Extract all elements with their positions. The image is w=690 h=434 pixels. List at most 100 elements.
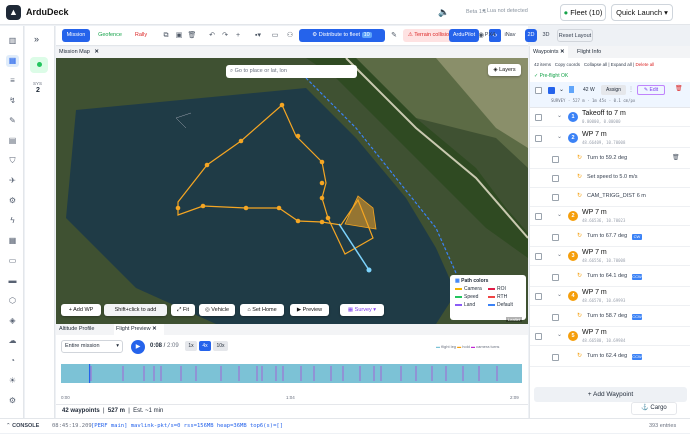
save-menu-icon[interactable]: ▪▾	[250, 29, 266, 42]
command-row[interactable]: ↻ Turn to 64.1 deg CCW	[530, 268, 690, 287]
delete-icon[interactable]: 🗑	[186, 29, 198, 42]
waypoint-row[interactable]: ⌄ 4 WP 7 m 48.66578, 10.69993	[530, 287, 690, 306]
waypoint-marker[interactable]	[200, 203, 206, 209]
command-row[interactable]: ↻ Turn to 58.7 deg CCW	[530, 308, 690, 327]
cloud-icon[interactable]: ☁	[6, 335, 19, 347]
fleet-distribute-icon[interactable]: ⚇	[284, 29, 296, 42]
command-row[interactable]: ↻ Turn to 67.7 deg CW	[530, 228, 690, 247]
redo-icon[interactable]: ↷	[219, 29, 231, 42]
collapse-all-link[interactable]: Collapse all	[584, 62, 607, 67]
edit-button[interactable]: ✎ Edit	[637, 85, 665, 95]
tab-inav[interactable]: iNav	[501, 29, 519, 42]
waypoint-row[interactable]: ⌄ 2 WP 7 m 48.66536, 10.70023	[530, 207, 690, 226]
row-checkbox[interactable]	[552, 156, 559, 163]
wrench-icon[interactable]: ✎	[6, 115, 19, 127]
server-icon[interactable]: ▬	[6, 275, 19, 287]
speedometer-icon[interactable]: ◔	[6, 355, 19, 367]
plane-icon[interactable]: ✈	[6, 175, 19, 187]
set-home-button[interactable]: ⌂ Set Home	[240, 304, 284, 316]
tab-rally[interactable]: Rally	[129, 29, 153, 42]
close-map-panel-icon[interactable]: ✕	[91, 49, 99, 55]
distribute-button[interactable]: ⚙ Distribute to fleet 10	[299, 29, 385, 42]
layers-icon[interactable]: ◈	[6, 315, 19, 327]
chevron-down-icon[interactable]: ⌄	[557, 211, 562, 218]
chevron-down-icon[interactable]: ⌄	[559, 86, 564, 93]
play-button[interactable]: ▶	[131, 340, 145, 354]
vehicle-button[interactable]: ◎ Vehicle	[199, 304, 235, 316]
delete-all-link[interactable]: Delete all	[635, 62, 654, 67]
row-checkbox[interactable]	[552, 194, 559, 201]
mission-scope-select[interactable]: Entire mission ▾	[61, 340, 123, 353]
row-checkbox[interactable]	[552, 314, 559, 321]
tab-px4[interactable]: PX4	[482, 29, 498, 42]
add-waypoint-button[interactable]: + Add Waypoint	[534, 387, 687, 402]
copy-icon[interactable]: ⧉	[160, 29, 172, 42]
row-checkbox[interactable]	[535, 87, 542, 94]
home-marker[interactable]	[366, 267, 372, 273]
waypoint-marker[interactable]	[276, 205, 282, 211]
speed-10x[interactable]: 10x	[213, 341, 228, 351]
row-checkbox[interactable]	[552, 234, 559, 241]
waypoint-row[interactable]: ⌄ 3 WP 7 m 48.66556, 10.70008	[530, 247, 690, 266]
layers-button[interactable]: ◈ Layers	[488, 64, 521, 76]
chevron-down-icon[interactable]: ⌄	[557, 291, 562, 298]
tab-altitude-profile[interactable]: Altitude Profile	[59, 326, 94, 332]
waypoint-row[interactable]: ⌄ 5 WP 7 m 48.66580, 10.69984	[530, 327, 690, 346]
waypoint-marker[interactable]	[319, 219, 325, 225]
tab-ardupilot[interactable]: ArduPilot	[449, 29, 479, 42]
grid-icon[interactable]: ▦	[6, 235, 19, 247]
box-icon[interactable]: ⬡	[6, 295, 19, 307]
add-icon[interactable]: +	[232, 29, 244, 42]
row-checkbox[interactable]	[535, 135, 542, 142]
sliders-icon[interactable]: ≡	[6, 75, 19, 87]
collapse-chevrons-icon[interactable]: »	[34, 34, 39, 44]
waypoint-marker[interactable]	[319, 195, 325, 201]
tab-flight-preview[interactable]: Flight Preview ✕	[114, 324, 164, 335]
add-wp-button[interactable]: + Add WP	[61, 304, 101, 316]
tab-3d[interactable]: 3D	[540, 29, 552, 42]
chevron-down-icon[interactable]: ⌄	[557, 331, 562, 338]
copy-coords-link[interactable]: Copy coords	[555, 62, 580, 67]
waypoint-marker[interactable]	[295, 218, 301, 224]
waypoint-marker[interactable]	[243, 205, 249, 211]
row-checkbox[interactable]	[552, 354, 559, 361]
waypoint-row[interactable]: ⌄ 1 Takeoff to 7 m 0.00000, 0.00000	[530, 108, 690, 127]
chart-icon[interactable]: ↯	[6, 95, 19, 107]
fleet-button[interactable]: ● Fleet (10)	[560, 4, 606, 21]
flight-timeline[interactable]	[61, 364, 522, 383]
undo-icon[interactable]: ↶	[206, 29, 218, 42]
command-row[interactable]: ↻ CAM_TRIGG_DIST 6 m	[530, 188, 690, 207]
select-all-checkbox[interactable]	[548, 87, 555, 94]
tab-mission[interactable]: Mission	[62, 29, 90, 42]
row-checkbox[interactable]	[535, 253, 542, 260]
preview-button[interactable]: ▶ Preview	[290, 304, 329, 316]
map-search-input[interactable]: ⌕ Go to place or lat, lon	[226, 65, 357, 78]
fit-button[interactable]: ⤢ Fit	[171, 304, 195, 316]
paste-icon[interactable]: ▣	[173, 29, 185, 42]
vehicle-status[interactable]	[30, 57, 48, 73]
tab-geofence[interactable]: Geofence	[93, 29, 127, 42]
pen-icon[interactable]: ✎	[388, 29, 400, 42]
folder-icon[interactable]: ▭	[269, 29, 281, 42]
close-tab-icon[interactable]: ✕	[560, 49, 565, 55]
command-row[interactable]: ↻ Turn to 59.2 deg 🗑	[530, 150, 690, 169]
reset-layout-button[interactable]: Reset Layout	[557, 29, 593, 42]
waypoint-marker[interactable]	[279, 102, 285, 108]
survey-button[interactable]: ▦ Survey ▾	[340, 304, 384, 316]
window-icon[interactable]: ▭	[6, 255, 19, 267]
document-icon[interactable]: ▤	[6, 135, 19, 147]
dashboard-icon[interactable]: ▥	[6, 35, 19, 47]
waypoint-marker[interactable]	[319, 159, 325, 165]
delete-icon[interactable]: 🗑	[675, 85, 683, 92]
bolt-icon[interactable]: ϟ	[6, 215, 19, 227]
speed-1x[interactable]: 1x	[185, 341, 197, 351]
chevron-down-icon[interactable]: ⌄	[557, 251, 562, 258]
row-checkbox[interactable]	[552, 175, 559, 182]
tab-flight-info[interactable]: Flight Info	[577, 49, 601, 55]
row-checkbox[interactable]	[535, 293, 542, 300]
shield-icon[interactable]: ⛉	[6, 155, 19, 167]
chevron-down-icon[interactable]: ⌄	[557, 133, 562, 140]
delete-icon[interactable]: 🗑	[672, 154, 680, 161]
assign-button[interactable]: Assign	[601, 85, 626, 95]
waypoint-marker[interactable]	[295, 133, 301, 139]
